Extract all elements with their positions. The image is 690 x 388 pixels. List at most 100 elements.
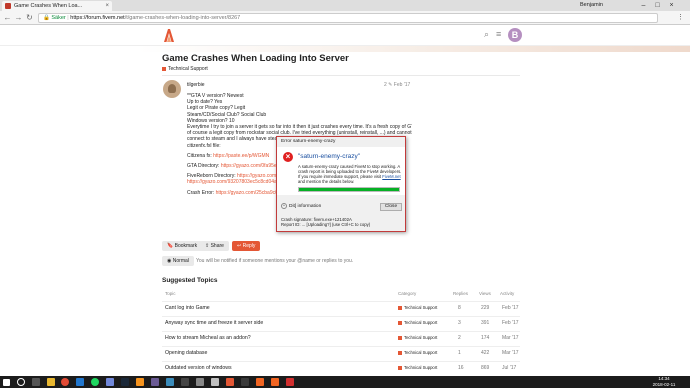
discord-icon[interactable] [106, 378, 114, 386]
fivem-taskbar-icon[interactable] [271, 378, 279, 386]
browser-tab[interactable]: Game Crashes When Loa... × [2, 1, 112, 11]
edit-count: 2 [384, 82, 387, 88]
app-icon[interactable] [136, 378, 144, 386]
row-activity[interactable]: Jul '17 [502, 365, 516, 371]
row-category[interactable]: Technical Support [398, 365, 437, 370]
file-explorer-icon[interactable] [47, 378, 55, 386]
browser-user-label[interactable]: Benjamin [580, 1, 603, 9]
reload-icon[interactable]: ↻ [24, 12, 35, 23]
topic-title[interactable]: Game Crashes When Loading Into Server [162, 53, 349, 64]
back-icon[interactable]: ← [2, 12, 13, 23]
row-category[interactable]: Technical Support [398, 305, 437, 310]
fivem-link-2[interactable]: https://gyazo.com/93207803ec5c8cd04ac... [187, 179, 283, 185]
task-view-icon[interactable] [32, 378, 40, 386]
post-avatar[interactable] [163, 80, 181, 98]
row-views: 391 [481, 320, 490, 326]
category-label: Technical Support [168, 66, 208, 72]
fivem-label: FiveReborn Directory: [187, 173, 236, 180]
app-icon[interactable] [226, 378, 234, 386]
reply-button[interactable]: ↩ Reply [232, 241, 261, 251]
category-badge[interactable]: Technical Support [162, 66, 208, 72]
steam-icon[interactable] [121, 378, 129, 386]
share-button[interactable]: ⇪ Share [200, 241, 229, 251]
close-window-icon[interactable]: × [665, 0, 678, 11]
error-icon: × [283, 152, 293, 162]
post-username[interactable]: tilgerbie [187, 82, 205, 88]
app-icon[interactable] [196, 378, 204, 386]
hamburger-menu-icon[interactable]: ≡ [496, 29, 501, 39]
browser-menu-icon[interactable]: ⋮ [677, 13, 684, 21]
row-category[interactable]: Technical Support [398, 335, 437, 340]
table-row[interactable]: How to stream Micheal as an addon? Techn… [162, 331, 520, 344]
minimize-icon[interactable]: – [637, 0, 650, 11]
table-row[interactable]: Outdated version of windows Technical Su… [162, 361, 520, 374]
close-button[interactable]: Close [380, 203, 402, 211]
row-activity[interactable]: Feb '17 [502, 320, 519, 326]
row-views: 869 [481, 365, 490, 371]
url-path: /t/game-crashes-when-loading-into-server… [124, 15, 241, 21]
dialog-text: A saturn-enemy-crazy caused FiveM to sto… [298, 164, 402, 184]
row-title[interactable]: Outdated version of windows [165, 365, 232, 371]
post-date[interactable]: 2 ✎ Feb '17 [384, 82, 410, 88]
row-title[interactable]: Cant log into Game [165, 305, 210, 311]
table-row[interactable]: Cant log into Game Technical Support 8 2… [162, 301, 520, 314]
forward-icon[interactable]: → [13, 12, 24, 23]
row-category[interactable]: Technical Support [398, 320, 437, 325]
clock[interactable]: 14:34 2018-02-11 [644, 376, 684, 388]
tab-title: Game Crashes When Loa... [14, 3, 83, 9]
notification-button[interactable]: ◉ Normal [162, 256, 194, 266]
details-toggle[interactable]: ^ Dit] information [281, 203, 321, 209]
maximize-icon[interactable]: □ [651, 0, 664, 11]
cortana-icon[interactable] [17, 378, 25, 386]
fivem-net-link[interactable]: FiveM.net [382, 174, 400, 179]
row-activity[interactable]: Mar '17 [502, 335, 519, 341]
fivem-taskbar-icon[interactable] [256, 378, 264, 386]
report-id[interactable]: Report ID: ... [Uploading?] (use Ctrl+C … [281, 222, 370, 227]
address-bar: ← → ↻ 🔒 Säker | https://forum.fivem.net/… [0, 11, 690, 25]
start-icon[interactable] [3, 378, 10, 386]
row-title[interactable]: Opening database [165, 350, 207, 356]
row-activity[interactable]: Feb '17 [502, 305, 519, 311]
error-taskbar-icon[interactable] [286, 378, 294, 386]
error-dialog[interactable]: Error saturn-enemy-crazy × "saturn-enemy… [276, 136, 406, 232]
row-activity[interactable]: Mar '17 [502, 350, 519, 356]
spotify-icon[interactable] [91, 378, 99, 386]
search-icon[interactable]: ⌕ [484, 29, 489, 40]
citizen-link[interactable]: https://paste.ee/p/WGMN [213, 153, 269, 159]
app-icon[interactable] [166, 378, 174, 386]
crash-details[interactable]: Crash signature: fivem.exe+121402A Repor… [281, 217, 370, 227]
col-topic: Topic [165, 291, 176, 296]
browser-titlebar: Game Crashes When Loa... × Benjamin – □ … [0, 0, 690, 11]
row-replies: 8 [458, 305, 461, 311]
details-label: Dit] information [289, 204, 322, 209]
secure-label: Säker [51, 15, 66, 21]
share-label: Share [210, 243, 224, 249]
row-category[interactable]: Technical Support [398, 350, 437, 355]
row-title[interactable]: Anyway sync time and freeze it server si… [165, 320, 263, 326]
bookmark-label: Bookmark [174, 243, 198, 249]
row-replies: 1 [458, 350, 461, 356]
reply-label: Reply [242, 243, 256, 249]
row-views: 174 [481, 335, 490, 341]
app-icon[interactable] [241, 378, 249, 386]
tab-close-icon[interactable]: × [105, 1, 109, 11]
chevron-up-icon: ^ [281, 203, 287, 209]
app-icon[interactable] [211, 378, 219, 386]
row-title[interactable]: How to stream Micheal as an addon? [165, 335, 251, 341]
chrome-icon[interactable] [61, 378, 69, 386]
dialog-title: Error saturn-enemy-crazy [281, 139, 336, 144]
table-row[interactable]: Opening database Technical Support 1 422… [162, 346, 520, 359]
bookmark-button[interactable]: 🔖 Bookmark [162, 241, 203, 251]
fivem-logo-icon[interactable] [162, 28, 176, 43]
user-avatar[interactable]: B [508, 28, 522, 42]
app-icon[interactable] [151, 378, 159, 386]
table-row[interactable]: Anyway sync time and freeze it server si… [162, 316, 520, 329]
bookmark-icon: 🔖 [167, 243, 174, 249]
edge-icon[interactable] [76, 378, 84, 386]
post-date-text: Feb '17 [393, 82, 411, 88]
app-icon[interactable] [181, 378, 189, 386]
row-views: 422 [481, 350, 490, 356]
col-replies: Replies [453, 291, 469, 296]
url-input[interactable]: 🔒 Säker | https://forum.fivem.net/t/game… [38, 13, 658, 23]
lock-icon: 🔒 [43, 15, 50, 21]
